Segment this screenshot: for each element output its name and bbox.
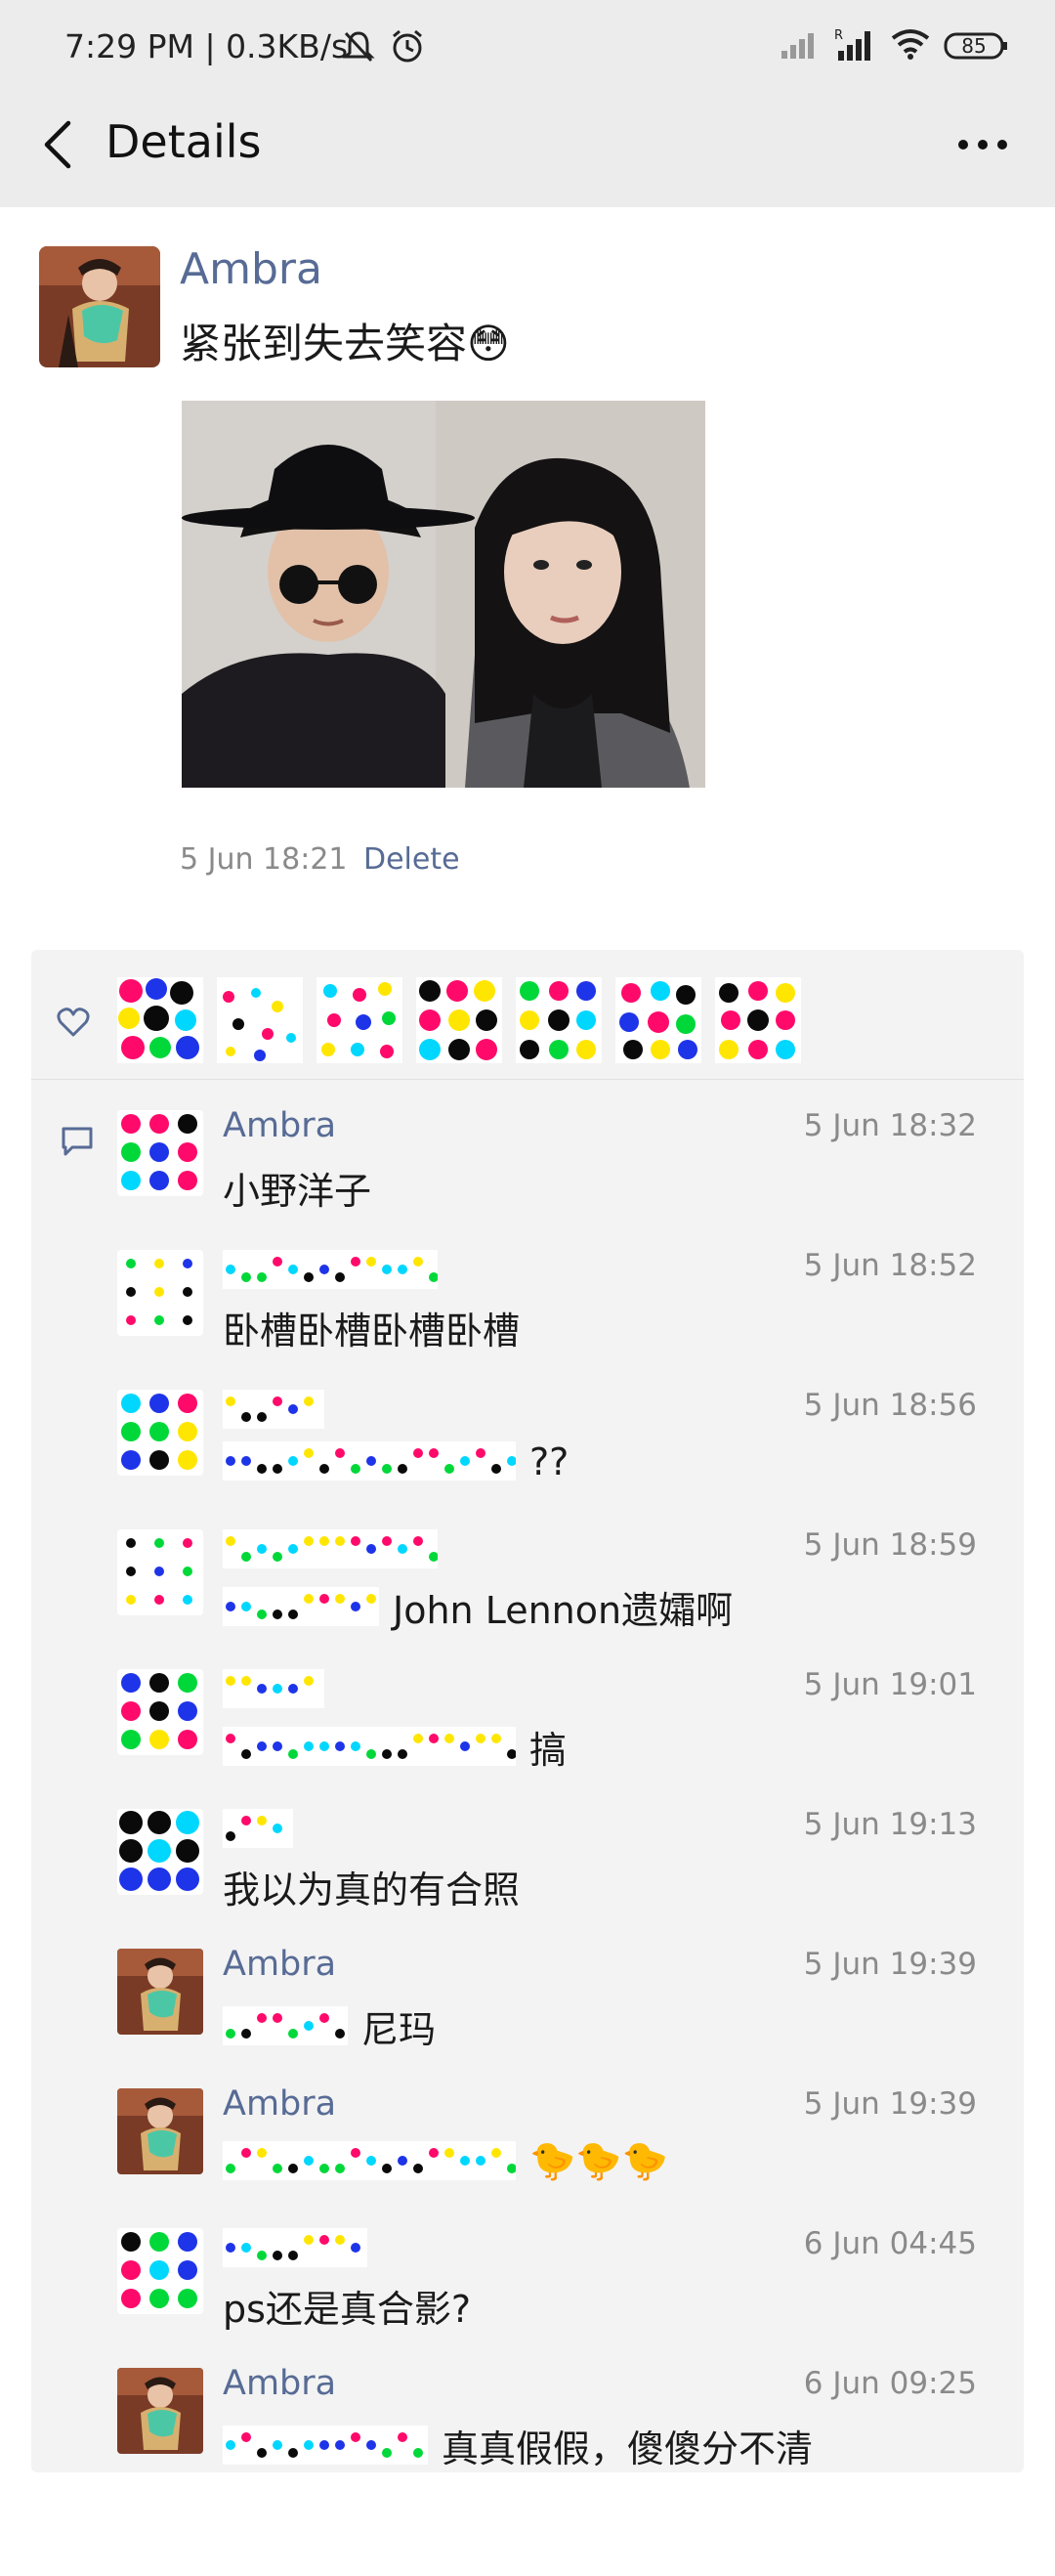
mention-redacted (223, 2140, 517, 2182)
comment-text: 尼玛 (223, 1999, 436, 2053)
commenter-avatar[interactable] (117, 1250, 203, 1336)
commenter-avatar[interactable] (117, 2368, 203, 2454)
commenter-avatar[interactable] (117, 1949, 203, 2035)
delete-link[interactable]: Delete (363, 842, 460, 877)
comment-item: Ambra 5 Jun 19:39 尼玛 (31, 1935, 1024, 2075)
post-author-avatar[interactable] (39, 246, 160, 367)
comment-text: 🐤🐤🐤 (223, 2139, 668, 2183)
likes-row (31, 950, 1024, 1080)
comment-body: 卧槽卧槽卧槽卧槽 (223, 1309, 521, 1352)
status-time: 7:29 PM | 0.3KB/s (64, 27, 349, 65)
mute-icon (342, 29, 375, 68)
mention-redacted (223, 1586, 379, 1628)
comment-body: 真真假假，傻傻分不清 (442, 2427, 814, 2470)
mention-redacted (223, 1441, 517, 1482)
comment-item: Ambra 5 Jun 19:39 🐤🐤🐤 (31, 2075, 1024, 2214)
comment-body: 我以为真的有合照 (223, 1868, 521, 1911)
like-avatar[interactable] (516, 977, 602, 1063)
commenter-avatar[interactable] (117, 2088, 203, 2174)
commenter-avatar[interactable] (117, 1390, 203, 1476)
comment-item: 5 Jun 19:01 搞 (31, 1655, 1024, 1795)
post-text: 紧张到失去笑容😳 (180, 320, 510, 367)
commenter-name-redacted[interactable] (223, 2228, 367, 2267)
commenter-name-redacted[interactable] (223, 1250, 439, 1289)
commenter-name-redacted[interactable] (223, 1529, 439, 1568)
commenter-name-redacted[interactable] (223, 1669, 324, 1708)
comment-item: 6 Jun 04:45 ps还是真合影? (31, 2214, 1024, 2354)
interactions-panel: Ambra 5 Jun 18:32 小野洋子 5 Jun 18:52 卧槽卧槽卧槽卧槽 5… (31, 950, 1024, 2472)
post-timestamp: 5 Jun 18:21 (180, 842, 348, 877)
comment-body: 🐤🐤🐤 (529, 2139, 668, 2182)
commenter-name-redacted[interactable] (223, 1809, 293, 1848)
like-avatar[interactable] (316, 977, 402, 1063)
comment-text: 我以为真的有合照 (223, 1860, 520, 1913)
comment-timestamp: 5 Jun 18:59 (803, 1527, 977, 1563)
comment-text: 真真假假，傻傻分不清 (223, 2419, 813, 2472)
comment-text: 搞 (223, 1720, 567, 1774)
comment-body: 尼玛 (361, 2008, 437, 2051)
comment-body: ps还是真合影? (223, 2288, 472, 2331)
mention-redacted (223, 1726, 517, 1768)
wifi-icon (891, 28, 930, 64)
comment-body: 搞 (529, 1729, 568, 1772)
commenter-avatar[interactable] (117, 2228, 203, 2314)
commenter-avatar[interactable] (117, 1669, 203, 1755)
like-avatar[interactable] (217, 977, 303, 1063)
comment-timestamp: 5 Jun 18:32 (803, 1108, 977, 1143)
comment-body: John Lennon遗孀啊 (393, 1589, 734, 1632)
comment-timestamp: 5 Jun 19:01 (803, 1667, 977, 1702)
comment-timestamp: 5 Jun 18:56 (803, 1388, 977, 1423)
battery-level: 85 (961, 34, 987, 58)
svg-text:R: R (834, 28, 843, 43)
comment-text: 卧槽卧槽卧槽卧槽 (223, 1301, 520, 1354)
comment-timestamp: 5 Jun 19:39 (803, 2086, 977, 2122)
commenter-name[interactable]: Ambra (223, 1106, 336, 1145)
post-photo[interactable] (182, 401, 705, 788)
commenter-name[interactable]: Ambra (223, 2084, 336, 2124)
comment-timestamp: 6 Jun 04:45 (803, 2226, 977, 2261)
comment-item: 5 Jun 18:56?? (31, 1376, 1024, 1516)
comment-item: Ambra 6 Jun 09:25 真真假假，傻傻分不清 (31, 2354, 1024, 2494)
like-avatar[interactable] (117, 977, 203, 1063)
comment-timestamp: 5 Jun 18:52 (803, 1248, 977, 1283)
commenter-avatar[interactable] (117, 1809, 203, 1895)
comment-body: ?? (529, 1440, 570, 1483)
comment-text: John Lennon遗孀啊 (223, 1580, 733, 1634)
alarm-icon (389, 27, 426, 68)
mention-redacted (223, 2005, 348, 2047)
comment-text: ps还是真合影? (223, 2279, 471, 2333)
post-author-name[interactable]: Ambra (180, 244, 322, 294)
back-arrow-icon[interactable] (39, 117, 78, 172)
more-options-icon[interactable] (957, 137, 1008, 152)
commenter-name-redacted[interactable] (223, 1390, 324, 1429)
battery-icon: 85 (944, 31, 1008, 61)
status-bar: 7:29 PM | 0.3KB/s R 85 (0, 0, 1055, 98)
like-avatar[interactable] (615, 977, 701, 1063)
commenter-name[interactable]: Ambra (223, 1945, 336, 1984)
page-title: Details (106, 115, 262, 168)
comment-timestamp: 5 Jun 19:13 (803, 1807, 977, 1842)
comment-timestamp: 5 Jun 19:39 (803, 1947, 977, 1982)
comment-body: 小野洋子 (223, 1170, 372, 1213)
comment-text: ?? (223, 1440, 569, 1483)
signal-icon (781, 29, 821, 63)
comment-item: Ambra 5 Jun 18:32 小野洋子 (31, 1096, 1024, 1236)
like-avatar[interactable] (715, 977, 801, 1063)
comment-item: 5 Jun 19:13 我以为真的有合照 (31, 1795, 1024, 1935)
like-avatar[interactable] (416, 977, 502, 1063)
comment-timestamp: 6 Jun 09:25 (803, 2366, 977, 2401)
commenter-name[interactable]: Ambra (223, 2364, 336, 2403)
heart-icon (57, 1007, 90, 1038)
comment-item: 5 Jun 18:59 John Lennon遗孀啊 (31, 1516, 1024, 1655)
comment-text: 小野洋子 (223, 1161, 371, 1215)
comment-item: 5 Jun 18:52 卧槽卧槽卧槽卧槽 (31, 1236, 1024, 1376)
commenter-avatar[interactable] (117, 1529, 203, 1615)
mention-redacted (223, 2425, 428, 2467)
commenter-avatar[interactable] (117, 1110, 203, 1196)
signal-roaming-icon: R (834, 27, 877, 64)
